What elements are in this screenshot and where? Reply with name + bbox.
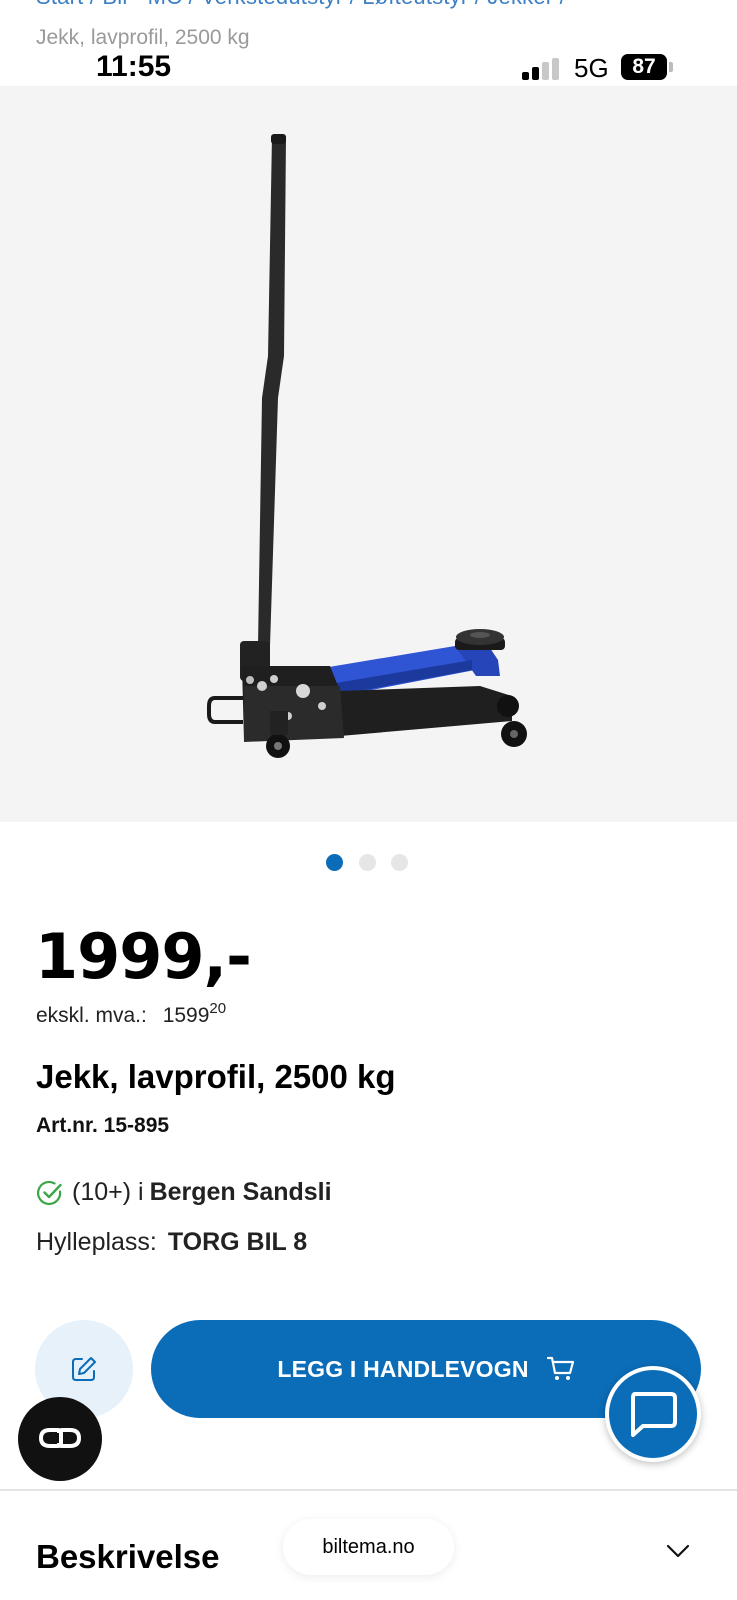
shelf-label: Hylleplass: <box>36 1228 157 1256</box>
chevron-down-icon[interactable] <box>666 1544 690 1558</box>
network-type: 5G <box>574 53 609 83</box>
gallery-dot[interactable] <box>359 854 376 871</box>
chat-bubble-icon <box>631 1392 677 1437</box>
chat-button[interactable] <box>605 1366 701 1462</box>
add-to-cart-label: LEGG I HANDLEVOGN <box>277 1355 529 1382</box>
floor-jack-product-image <box>207 134 527 758</box>
price-ex-vat: ekskl. mva.: 159920 <box>36 1000 226 1028</box>
shopping-cart-icon <box>546 1356 574 1380</box>
browser-url-bar[interactable]: biltema.no <box>283 1519 454 1575</box>
accessibility-glasses-icon <box>38 1428 82 1448</box>
product-price: 1999,- <box>35 920 252 993</box>
breadcrumb[interactable]: Start / Bil - MC / Verkstedutstyr / Løft… <box>36 0 566 10</box>
battery-icon: 87 <box>621 54 673 80</box>
description-heading[interactable]: Beskrivelse <box>36 1538 219 1576</box>
signal-icon <box>522 58 559 80</box>
ex-vat-amount: 1599 <box>162 1004 210 1027</box>
store-name[interactable]: Bergen Sandsli <box>150 1178 332 1207</box>
battery-level: 87 <box>621 54 667 80</box>
ex-vat-label: ekskl. mva.: <box>36 1004 147 1027</box>
section-divider <box>0 1489 737 1491</box>
check-circle-icon <box>37 1180 62 1205</box>
status-bar: 11:55 5G 87 <box>0 46 737 86</box>
product-title: Jekk, lavprofil, 2500 kg <box>36 1058 396 1095</box>
product-image[interactable] <box>0 86 737 822</box>
gallery-dot-active[interactable] <box>326 854 343 871</box>
shelf-value: TORG BIL 8 <box>167 1228 308 1256</box>
edit-note-icon <box>72 1357 96 1381</box>
battery-tip <box>669 62 673 72</box>
stock-status: (10+) i Bergen Sandsli <box>36 1178 332 1207</box>
article-number: Art.nr. 15-895 <box>36 1114 170 1137</box>
accessibility-button[interactable] <box>18 1397 102 1481</box>
ex-vat-cents: 20 <box>209 1000 227 1017</box>
gallery-dot[interactable] <box>391 854 408 871</box>
status-time: 11:55 <box>96 50 172 83</box>
stock-count: (10+) i <box>72 1178 144 1206</box>
shelf-location: Hylleplass: TORG BIL 8 <box>36 1228 307 1257</box>
